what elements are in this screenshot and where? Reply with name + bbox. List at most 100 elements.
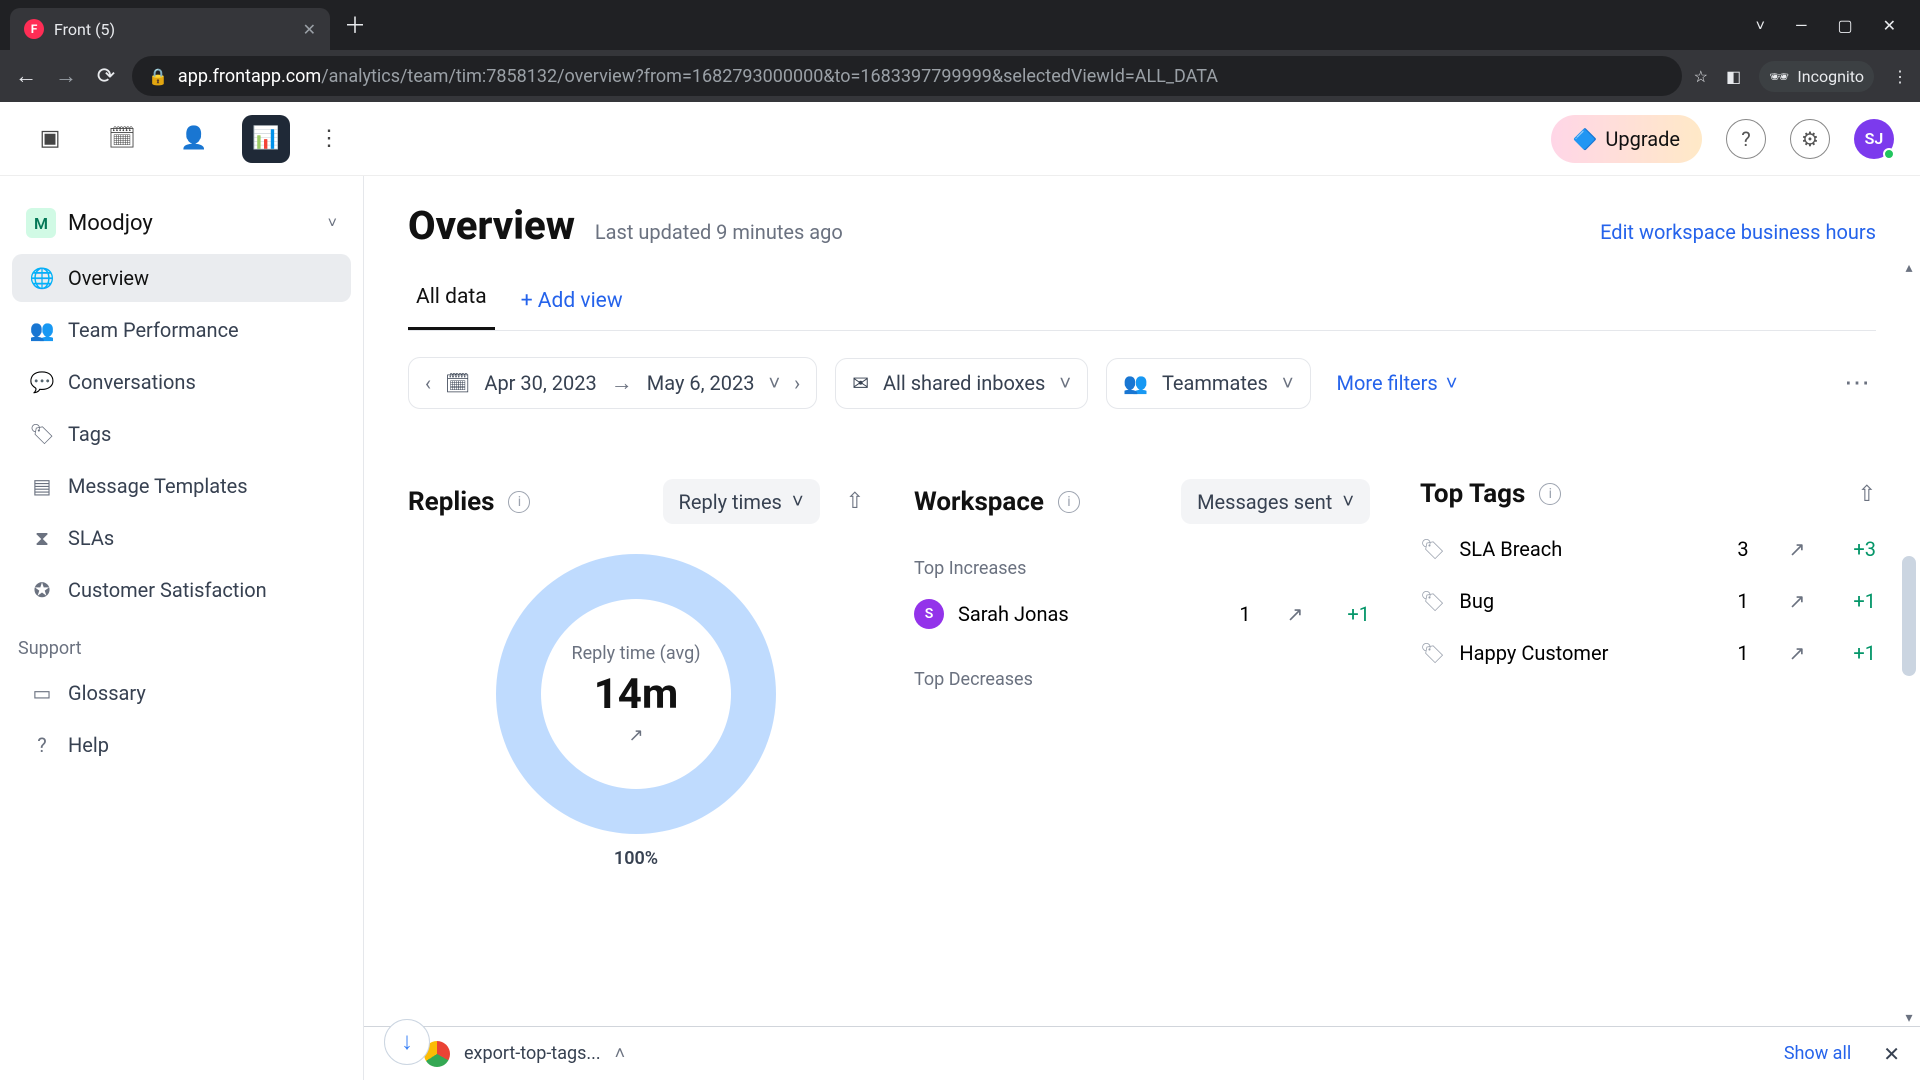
tag-value: 1 <box>1737 641 1748 665</box>
new-tab-button[interactable]: ＋ <box>344 8 366 40</box>
trend-up-icon: ↗ <box>1287 602 1304 626</box>
info-icon[interactable]: i <box>508 491 530 513</box>
tag-row[interactable]: 🏷 Happy Customer 1 ↗ +1 <box>1420 641 1876 665</box>
workspace-name: Moodjoy <box>68 211 153 236</box>
filter-bar: ‹ 🗓 Apr 30, 2023 → May 6, 2023 ˅ › ✉ All… <box>408 357 1876 409</box>
nav-back-icon[interactable]: ← <box>12 63 40 89</box>
sidebar-item-team-performance[interactable]: 👥Team Performance <box>12 306 351 354</box>
sidebar-item-help[interactable]: ?Help <box>12 721 351 769</box>
scroll-up-icon[interactable]: ▴ <box>1900 260 1918 276</box>
top-increases-heading: Top Increases <box>914 558 1370 579</box>
tab-all-data[interactable]: All data <box>408 271 495 330</box>
gem-icon: 🔷 <box>1573 127 1598 151</box>
star-icon: ✪ <box>30 578 54 602</box>
calendar-icon: 🗓 <box>109 126 135 152</box>
replies-dropdown-label: Reply times <box>679 490 782 514</box>
app-top-nav: ▣ 🗓 👤 📊 ⋮ 🔷 Upgrade ? ⚙ SJ <box>0 102 1920 176</box>
sidebar-item-label: SLAs <box>68 526 114 550</box>
date-prev-icon[interactable]: ‹ <box>425 371 431 395</box>
sidebar-item-label: Team Performance <box>68 318 239 342</box>
tag-row[interactable]: 🏷 SLA Breach 3 ↗ +3 <box>1420 537 1876 561</box>
more-filters-label: More filters <box>1337 371 1438 395</box>
contact-icon: 👤 <box>181 126 207 152</box>
incognito-icon: 🕶 <box>1769 67 1789 86</box>
export-button[interactable]: ⇧ <box>846 489 864 514</box>
upgrade-button[interactable]: 🔷 Upgrade <box>1551 115 1703 163</box>
window-close-icon[interactable]: ✕ <box>1883 16 1896 36</box>
window-maximize-icon[interactable]: ▢ <box>1837 16 1852 36</box>
edit-business-hours-link[interactable]: Edit workspace business hours <box>1600 220 1876 244</box>
tag-row[interactable]: 🏷 Bug 1 ↗ +1 <box>1420 589 1876 613</box>
browser-tab[interactable]: F Front (5) ✕ <box>10 8 330 50</box>
downloads-bar-close-icon[interactable]: ✕ <box>1883 1042 1900 1066</box>
help-button[interactable]: ? <box>1726 119 1766 159</box>
address-bar[interactable]: 🔒 app.frontapp.com/analytics/team/tim:78… <box>132 56 1682 96</box>
sidebar-item-glossary[interactable]: ▭Glossary <box>12 669 351 717</box>
sidebar-item-tags[interactable]: 🏷Tags <box>12 410 351 458</box>
chevron-down-icon: ˅ <box>792 489 804 514</box>
sidebar-item-overview[interactable]: 🌐Overview <box>12 254 351 302</box>
workspace-row[interactable]: S Sarah Jonas 1 ↗ +1 <box>914 599 1370 629</box>
extensions-icon[interactable]: ◧ <box>1726 67 1741 86</box>
nav-inbox-button[interactable]: ▣ <box>26 115 74 163</box>
download-menu-chevron-icon[interactable]: ˄ <box>615 1043 626 1064</box>
tag-name: SLA Breach <box>1459 537 1562 561</box>
download-progress-icon: ↓ <box>384 1019 430 1065</box>
info-icon[interactable]: i <box>1539 483 1561 505</box>
bookmark-star-icon[interactable]: ☆ <box>1694 67 1708 86</box>
workspace-switcher[interactable]: M Moodjoy ˅ <box>12 196 351 250</box>
show-all-downloads-link[interactable]: Show all <box>1784 1043 1851 1064</box>
arrow-right-icon: → <box>611 370 633 396</box>
add-view-button[interactable]: + Add view <box>521 289 623 313</box>
replies-card: Replies i Reply times ˅ ⇧ Reply time (av… <box>408 479 864 869</box>
downloads-bar: ↓ export-top-tags... ˄ Show all ✕ <box>364 1026 1920 1080</box>
metric-value: 1 <box>1239 602 1250 626</box>
tab-close-icon[interactable]: ✕ <box>303 20 316 39</box>
teammate-avatar: S <box>914 599 944 629</box>
scrollbar-thumb[interactable] <box>1902 556 1916 676</box>
replies-metric-dropdown[interactable]: Reply times ˅ <box>663 479 820 524</box>
workspace-title: Workspace <box>914 487 1044 517</box>
nav-contacts-button[interactable]: 👤 <box>170 115 218 163</box>
tab-list-chevron-icon[interactable]: ˅ <box>1756 16 1765 36</box>
sidebar-item-slas[interactable]: ⧗SLAs <box>12 514 351 562</box>
view-tabs: All data + Add view <box>408 271 1876 331</box>
sidebar-item-message-templates[interactable]: ▤Message Templates <box>12 462 351 510</box>
donut-label: Reply time (avg) <box>572 643 701 664</box>
download-filename[interactable]: export-top-tags... <box>464 1043 601 1064</box>
inboxes-filter[interactable]: ✉ All shared inboxes ˅ <box>835 358 1088 409</box>
settings-button[interactable]: ⚙ <box>1790 119 1830 159</box>
gear-icon: ⚙ <box>1801 127 1819 151</box>
chevron-down-icon: ˅ <box>1342 489 1354 514</box>
workspace-dropdown-label: Messages sent <box>1197 490 1332 514</box>
chevron-down-icon: ˅ <box>328 213 337 233</box>
tag-icon: 🏷 <box>30 422 54 446</box>
content-scrollbar[interactable]: ▴ ▾ <box>1900 266 1918 1020</box>
sidebar-item-csat[interactable]: ✪Customer Satisfaction <box>12 566 351 614</box>
chevron-down-icon[interactable]: ˅ <box>768 371 780 396</box>
date-next-icon[interactable]: › <box>794 371 800 395</box>
nav-reload-icon[interactable]: ⟳ <box>92 64 120 89</box>
more-filters-button[interactable]: More filters ˅ <box>1329 371 1466 396</box>
incognito-indicator[interactable]: 🕶 Incognito <box>1759 61 1874 92</box>
user-avatar[interactable]: SJ <box>1854 119 1894 159</box>
nav-more-button[interactable]: ⋮ <box>314 115 344 163</box>
sidebar-item-conversations[interactable]: 💬Conversations <box>12 358 351 406</box>
presence-dot-icon <box>1883 148 1895 160</box>
filter-menu-button[interactable]: ⋯ <box>1838 368 1876 398</box>
tag-icon: 🏷 <box>1420 641 1445 665</box>
workspace-card: Workspace i Messages sent ˅ Top Increase… <box>914 479 1370 869</box>
date-range-picker[interactable]: ‹ 🗓 Apr 30, 2023 → May 6, 2023 ˅ › <box>408 357 817 409</box>
nav-analytics-button[interactable]: 📊 <box>242 115 290 163</box>
scroll-down-icon[interactable]: ▾ <box>1900 1010 1918 1026</box>
nav-calendar-button[interactable]: 🗓 <box>98 115 146 163</box>
workspace-metric-dropdown[interactable]: Messages sent ˅ <box>1181 479 1370 524</box>
browser-menu-icon[interactable]: ⋮ <box>1892 67 1908 86</box>
export-button[interactable]: ⇧ <box>1858 482 1876 507</box>
tab-title: Front (5) <box>54 20 115 39</box>
top-decreases-heading: Top Decreases <box>914 669 1370 690</box>
window-minimize-icon[interactable]: — <box>1795 16 1808 36</box>
info-icon[interactable]: i <box>1058 491 1080 513</box>
kebab-icon: ⋮ <box>316 126 342 152</box>
teammates-filter[interactable]: 👥 Teammates ˅ <box>1106 358 1310 409</box>
